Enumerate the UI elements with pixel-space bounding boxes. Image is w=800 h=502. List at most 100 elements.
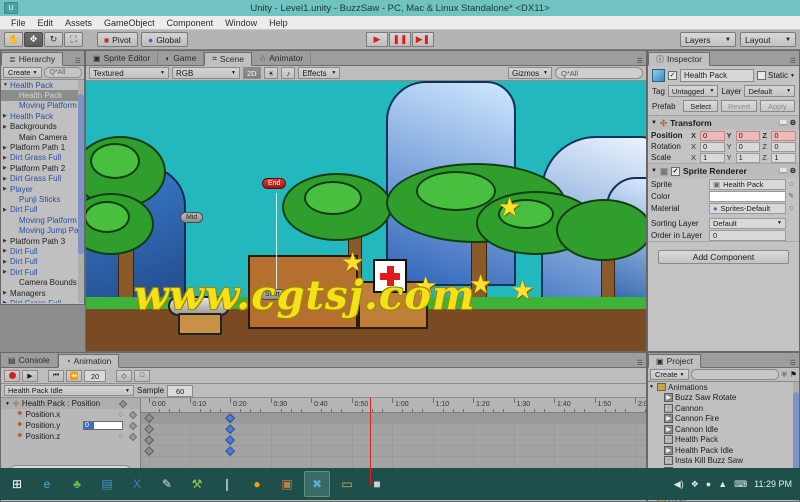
transform-header[interactable]: ▼ ✣ Transform 📖 ⚙: [648, 116, 799, 130]
project-item[interactable]: ▶ Health Pack Idle: [648, 445, 799, 456]
hand-tool-icon[interactable]: ✋: [4, 32, 23, 47]
transform-scale-x-field[interactable]: 1: [700, 152, 725, 163]
object-enabled-checkbox[interactable]: ✓: [668, 71, 677, 80]
hierarchy-item[interactable]: ▶ Dirt Full: [1, 205, 84, 215]
current-frame-field[interactable]: 20: [84, 369, 106, 382]
effects-dropdown[interactable]: Effects ▼: [298, 67, 341, 79]
sorting-layer-dropdown[interactable]: Default ▼: [709, 217, 786, 229]
hierarchy-item[interactable]: ▶Dirt Grass Full: [1, 153, 84, 163]
keyframe-track[interactable]: [141, 424, 646, 435]
play-button[interactable]: ▶: [366, 32, 388, 47]
hierarchy-item[interactable]: ▶ Managers: [1, 288, 84, 298]
sprite-renderer-enabled-checkbox[interactable]: ✓: [670, 166, 680, 176]
object-name-field[interactable]: Health Pack: [680, 69, 755, 82]
sample-rate-field[interactable]: 60: [167, 384, 194, 397]
lighting-toggle-icon[interactable]: ☀: [263, 67, 279, 79]
project-search-input[interactable]: [691, 369, 779, 380]
app-media[interactable]: ▣: [274, 471, 300, 497]
filter-icon[interactable]: ⚛: [781, 370, 788, 379]
draw-mode-dropdown[interactable]: Textured ▼: [89, 67, 169, 79]
tab-sprite-editor[interactable]: ▣ Sprite Editor: [86, 51, 159, 65]
network-icon[interactable]: ❖: [691, 479, 699, 490]
hierarchy-item[interactable]: Moving Jump Pad: [1, 225, 84, 235]
pivot-toggle[interactable]: ■ Pivot: [97, 32, 139, 47]
hierarchy-item[interactable]: Main Camera: [1, 132, 84, 142]
layers-dropdown[interactable]: Layers ▼: [680, 32, 736, 47]
app-folder[interactable]: ▭: [334, 471, 360, 497]
prefab-apply-button[interactable]: Apply: [759, 100, 795, 112]
material-value-field[interactable]: ● Sprites-Default: [709, 202, 786, 214]
step-button[interactable]: ▶❚: [412, 32, 434, 47]
hierarchy-create-button[interactable]: Create ▼: [3, 67, 43, 78]
internet-explorer[interactable]: e: [34, 471, 60, 497]
scene-viewport[interactable]: End Mid Start ★ ★ ★ ★ ★ www.cgtsj.com: [86, 81, 646, 351]
eyedropper-icon[interactable]: ✎: [786, 192, 796, 200]
sprite-value-field[interactable]: ▣ Health Pack: [709, 178, 786, 190]
curve-keyframe-icon[interactable]: [128, 410, 138, 419]
app-unity[interactable]: ✖: [304, 471, 330, 497]
gear-icon[interactable]: ⚙: [790, 119, 796, 127]
add-component-button[interactable]: Add Component: [658, 250, 789, 264]
panel-options-icon[interactable]: ☰: [790, 359, 799, 367]
hierarchy-item[interactable]: ▶ Dirt Full: [1, 267, 84, 277]
waypoint-mid[interactable]: Mid: [180, 212, 204, 223]
shield-icon[interactable]: ●: [706, 479, 711, 489]
menu-help[interactable]: Help: [263, 16, 294, 30]
transform-rotation-x-field[interactable]: 0: [700, 141, 725, 152]
book-icon[interactable]: 📖: [779, 167, 788, 175]
sprite-renderer-header[interactable]: ▼ ▦ ✓ Sprite Renderer 📖 ⚙: [648, 164, 799, 178]
tab-animator[interactable]: ♘ Animator: [251, 51, 312, 65]
gizmos-dropdown[interactable]: Gizmos ▼: [508, 67, 552, 79]
volume-icon[interactable]: ◀): [674, 479, 684, 490]
curve-keyframe-icon[interactable]: [128, 432, 138, 441]
panel-options-icon[interactable]: ☰: [790, 57, 799, 65]
chevron-right-icon[interactable]: ▶: [3, 145, 10, 151]
hierarchy-item[interactable]: Camera Bounds: [1, 277, 84, 287]
chevron-down-icon[interactable]: ▼: [648, 384, 655, 390]
transform-position-z-field[interactable]: 0: [771, 130, 797, 141]
tab-console[interactable]: ▤ Console: [1, 353, 58, 367]
chevron-down-icon[interactable]: ▼: [651, 168, 657, 174]
audio-toggle-icon[interactable]: ♪: [281, 67, 296, 79]
app-green[interactable]: ♣: [64, 471, 90, 497]
scene-search-input[interactable]: Q*All: [555, 67, 643, 79]
chevron-right-icon[interactable]: ▶: [3, 259, 10, 265]
transform-scale-y-field[interactable]: 1: [735, 152, 761, 163]
app-blue-doc[interactable]: ▤: [94, 471, 120, 497]
menu-gameobject[interactable]: GameObject: [98, 16, 161, 30]
chevron-right-icon[interactable]: ▶: [3, 113, 10, 119]
app-explorer[interactable]: ■: [364, 471, 390, 497]
transform-position-x-field[interactable]: 0: [700, 130, 725, 141]
object-picker-icon[interactable]: ○: [786, 205, 796, 212]
panel-options-icon[interactable]: ☰: [637, 359, 646, 367]
component-header-icons[interactable]: 📖 ⚙: [779, 167, 796, 175]
keyboard-icon[interactable]: ⌨: [734, 479, 747, 490]
chevron-right-icon[interactable]: ▶: [3, 176, 10, 182]
chevron-right-icon[interactable]: ▶: [3, 165, 10, 171]
project-item[interactable]: ⛶ Health Pack: [648, 435, 799, 446]
project-item[interactable]: ⛶ Cannon: [648, 403, 799, 414]
hierarchy-search-input[interactable]: Q*All: [44, 67, 82, 78]
project-item[interactable]: ▶ Buzz Saw Rotate: [648, 393, 799, 404]
book-icon[interactable]: 📖: [779, 119, 788, 127]
tab-project[interactable]: ▣ Project: [648, 354, 702, 368]
hierarchy-item[interactable]: ▶Dirt Grass Full: [1, 174, 84, 184]
prev-key-button[interactable]: ⏪: [66, 369, 82, 382]
scroll-thumb[interactable]: [78, 94, 84, 254]
menu-component[interactable]: Component: [161, 16, 220, 30]
group-keyframe-icon[interactable]: [118, 399, 128, 408]
hierarchy-item[interactable]: Punji Sticks: [1, 194, 84, 204]
pause-button[interactable]: ❚❚: [389, 32, 411, 47]
global-toggle[interactable]: ● Global: [141, 32, 188, 47]
prefab-revert-button[interactable]: Revert: [721, 100, 757, 112]
hierarchy-item[interactable]: Moving Platform: [1, 215, 84, 225]
curve-group-row[interactable]: ▼ ✣ Health Pack : Position: [1, 398, 140, 409]
timeline-ruler[interactable]: 0:00 0:10 0:20 0:30 0:40 0:50 1:00 1:10 1:20 1:30…: [141, 398, 646, 413]
menu-file[interactable]: File: [5, 16, 32, 30]
chevron-down-icon[interactable]: ▼: [5, 401, 10, 407]
keyframe-track[interactable]: [141, 446, 646, 457]
app-chrome[interactable]: ●: [244, 471, 270, 497]
first-frame-button[interactable]: ⏮: [48, 369, 64, 382]
chevron-right-icon[interactable]: ▶: [3, 248, 10, 254]
project-item[interactable]: ⛶ Insta Kill Buzz Saw: [648, 456, 799, 467]
